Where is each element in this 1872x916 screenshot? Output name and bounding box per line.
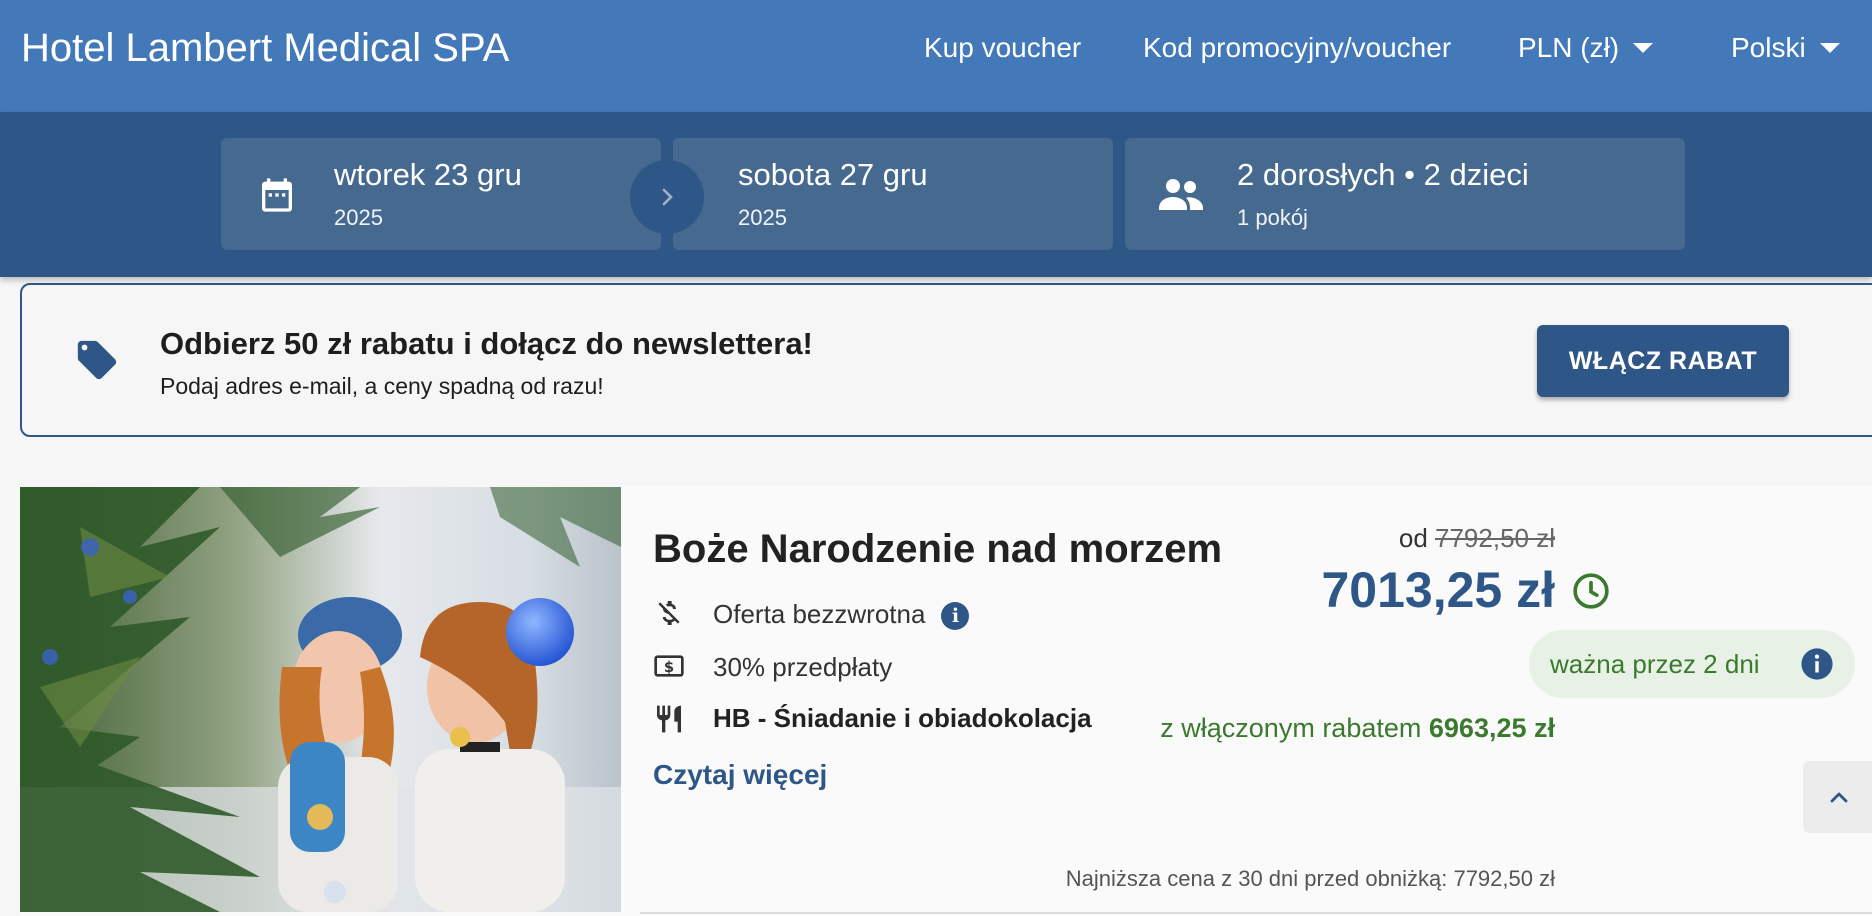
chevron-down-icon	[1633, 42, 1654, 53]
validity-text: ważna przez 2 dni	[1550, 649, 1760, 679]
divider	[640, 912, 1872, 914]
checkout-date-picker[interactable]: sobota 27 gru 2025	[673, 138, 1113, 250]
search-bar: wtorek 23 gru 2025 sobota 27 gru 2025 2 …	[0, 112, 1872, 277]
checkout-day: sobota 27 gru	[738, 157, 928, 192]
price-from: od 7792,50 zł	[1399, 522, 1555, 554]
calendar-icon	[262, 178, 292, 212]
clock-icon	[1573, 573, 1609, 609]
promo-code-link[interactable]: Kod promocyjny/voucher	[1143, 30, 1451, 66]
currency-dropdown[interactable]: PLN (zł)	[1518, 30, 1654, 66]
offer-card: Boże Narodzenie nad morzem Oferta bezzwr…	[20, 487, 1872, 916]
chevron-down-icon	[1819, 42, 1840, 53]
tag-icon	[77, 340, 117, 380]
chevron-up-icon	[1830, 792, 1848, 803]
checkout-year: 2025	[738, 205, 787, 230]
lowest-price-note: Najniższa cena z 30 dni przed obniżką: 7…	[1065, 866, 1555, 891]
newsletter-title: Odbierz 50 zł rabatu i dołącz do newslet…	[160, 326, 813, 361]
read-more-link[interactable]: Czytaj więcej	[653, 757, 827, 793]
newsletter-banner: Odbierz 50 zł rabatu i dołącz do newslet…	[20, 283, 1872, 437]
checkin-date-picker[interactable]: wtorek 23 gru 2025	[221, 138, 661, 250]
newsletter-subtitle: Podaj adres e-mail, a ceny spadną od raz…	[160, 373, 604, 399]
offer-title[interactable]: Boże Narodzenie nad morzem	[653, 525, 1222, 573]
banknote-icon: $	[654, 655, 684, 677]
people-icon	[1159, 179, 1203, 210]
checkin-day: wtorek 23 gru	[334, 157, 522, 192]
feature-meals-label: HB - Śniadanie i obiadokolacja	[713, 703, 1092, 733]
currency-label: PLN (zł)	[1518, 32, 1620, 63]
language-dropdown[interactable]: Polski	[1731, 30, 1840, 66]
svg-text:$: $	[664, 659, 674, 676]
collapse-button[interactable]	[1803, 761, 1872, 833]
christmas-photo-image	[20, 487, 621, 912]
feature-prepayment-label: 30% przedpłaty	[713, 652, 893, 682]
guests-selector[interactable]: 2 dorosłych • 2 dzieci 1 pokój	[1125, 138, 1685, 250]
discounted-price: z włączonym rabatem 6963,25 zł	[1160, 711, 1555, 745]
language-label: Polski	[1731, 32, 1806, 63]
guests-summary: 2 dorosłych • 2 dzieci	[1237, 157, 1529, 192]
validity-badge: ważna przez 2 dni	[1529, 630, 1855, 698]
info-icon[interactable]: i	[941, 602, 970, 631]
enable-discount-button[interactable]: WŁĄCZ RABAT	[1537, 325, 1789, 397]
rooms-count: 1 pokój	[1237, 205, 1308, 230]
discount-price: 6963,25 zł	[1428, 713, 1555, 743]
buy-voucher-link[interactable]: Kup voucher	[924, 30, 1081, 66]
offer-photo[interactable]	[20, 487, 621, 912]
checkin-year: 2025	[334, 205, 383, 230]
cutlery-icon	[657, 705, 681, 733]
feature-nonrefundable-label: Oferta bezzwrotna	[713, 599, 926, 629]
no-money-icon	[658, 601, 680, 625]
info-icon[interactable]	[1800, 647, 1834, 681]
top-header: Hotel Lambert Medical SPA Kup voucher Ko…	[0, 0, 1872, 112]
hotel-name[interactable]: Hotel Lambert Medical SPA	[21, 24, 509, 72]
discount-label: z włączonym rabatem	[1160, 713, 1422, 743]
offer-price: 7013,25 zł	[1321, 562, 1555, 618]
date-range-arrow	[630, 160, 704, 234]
old-price: 7792,50 zł	[1435, 523, 1555, 553]
price-from-label: od	[1398, 523, 1428, 553]
chevron-right-icon	[662, 188, 673, 206]
